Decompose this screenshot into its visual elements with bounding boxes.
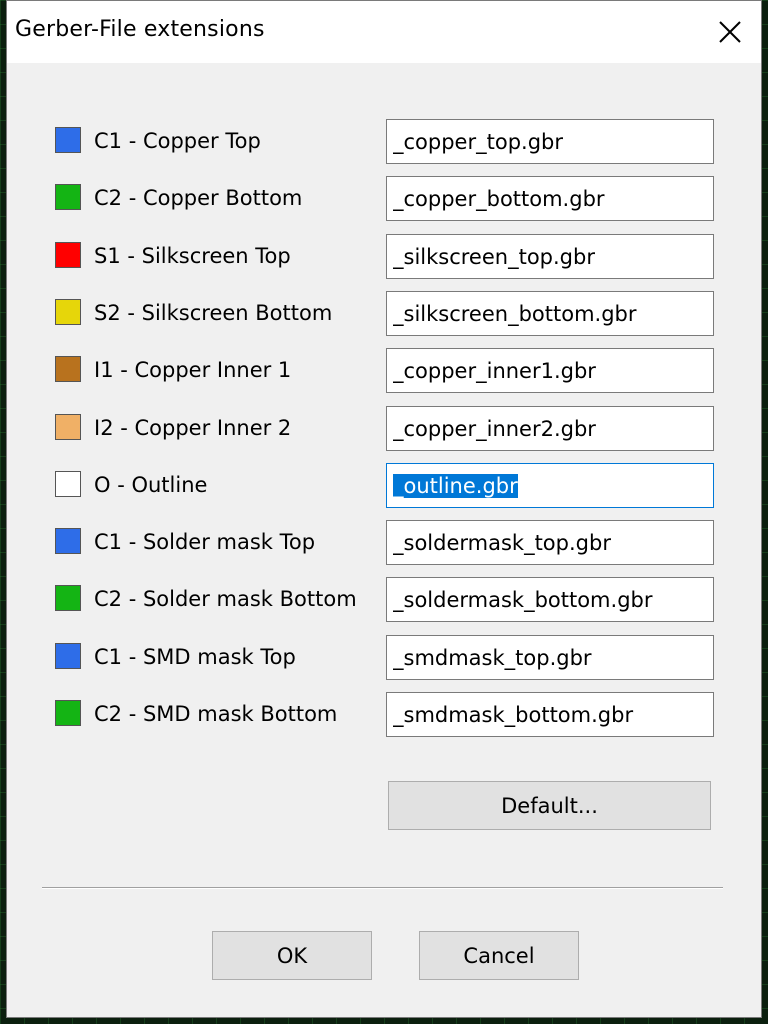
layer-label: C2 - Solder mask Bottom [94, 587, 357, 611]
ok-button[interactable]: OK [212, 931, 372, 980]
layer-color-swatch [55, 184, 81, 210]
extension-input-focused[interactable] [386, 463, 714, 508]
layer-row: C1 - Solder mask Top [55, 520, 715, 566]
layer-color-swatch [55, 414, 81, 440]
separator [42, 887, 723, 889]
layer-row: S2 - Silkscreen Bottom [55, 291, 715, 337]
layer-color-swatch [55, 643, 81, 669]
layer-label: I2 - Copper Inner 2 [94, 416, 292, 440]
layer-row: I2 - Copper Inner 2 [55, 406, 715, 452]
close-icon [719, 21, 741, 43]
layer-color-swatch [55, 700, 81, 726]
layer-label: C2 - Copper Bottom [94, 186, 303, 210]
extension-input[interactable] [386, 520, 714, 565]
layer-row: O - Outline [55, 463, 715, 509]
layer-row: C1 - SMD mask Top [55, 635, 715, 681]
default-button[interactable]: Default... [388, 781, 711, 830]
layer-label: C1 - Solder mask Top [94, 530, 316, 554]
extension-input[interactable] [386, 635, 714, 680]
extension-input[interactable] [386, 348, 714, 393]
layer-row: C2 - SMD mask Bottom [55, 692, 715, 738]
layer-row: C1 - Copper Top [55, 119, 715, 165]
layer-label: C2 - SMD mask Bottom [94, 702, 338, 726]
layer-color-swatch [55, 585, 81, 611]
close-button[interactable] [707, 9, 753, 55]
layer-label: C1 - Copper Top [94, 129, 261, 153]
layer-label: I1 - Copper Inner 1 [94, 358, 292, 382]
extension-input[interactable] [386, 176, 714, 221]
layer-color-swatch [55, 528, 81, 554]
layer-row: C2 - Copper Bottom [55, 176, 715, 222]
extension-input[interactable] [386, 577, 714, 622]
extension-input[interactable] [386, 692, 714, 737]
extension-input[interactable] [386, 406, 714, 451]
gerber-extensions-dialog: Gerber-File extensions C1 - Copper Top C2… [6, 0, 762, 1018]
extension-input[interactable] [386, 119, 714, 164]
layer-label: C1 - SMD mask Top [94, 645, 296, 669]
extension-input[interactable] [386, 291, 714, 336]
layer-color-swatch [55, 299, 81, 325]
layer-row: S1 - Silkscreen Top [55, 234, 715, 280]
cancel-button[interactable]: Cancel [419, 931, 579, 980]
extension-input[interactable] [386, 234, 714, 279]
layer-color-swatch [55, 471, 81, 497]
layer-row: C2 - Solder mask Bottom [55, 577, 715, 623]
layer-label: S1 - Silkscreen Top [94, 244, 291, 268]
layer-label: S2 - Silkscreen Bottom [94, 301, 333, 325]
dialog-title: Gerber-File extensions [15, 17, 265, 42]
layer-color-swatch [55, 356, 81, 382]
layer-row: I1 - Copper Inner 1 [55, 348, 715, 394]
title-bar: Gerber-File extensions [7, 1, 761, 63]
layer-color-swatch [55, 242, 81, 268]
layer-label: O - Outline [94, 473, 208, 497]
layer-color-swatch [55, 127, 81, 153]
